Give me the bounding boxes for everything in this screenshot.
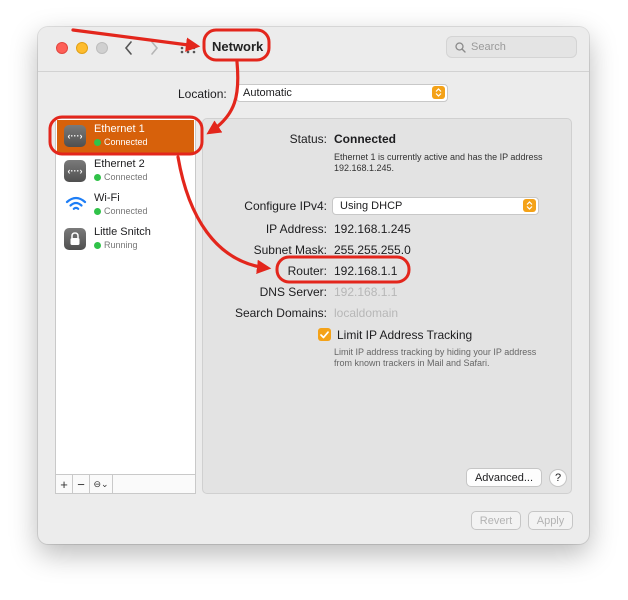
show-all-grid-icon[interactable] bbox=[179, 41, 197, 55]
revert-button[interactable]: Revert bbox=[471, 511, 521, 530]
service-name: Ethernet 2 bbox=[94, 158, 145, 170]
service-name: Wi-Fi bbox=[94, 192, 120, 204]
add-service-button[interactable]: + bbox=[56, 475, 73, 493]
service-name: Ethernet 1 bbox=[94, 123, 145, 135]
service-status: Running bbox=[94, 240, 138, 250]
service-item-wifi[interactable]: Wi-Fi Connected bbox=[57, 189, 194, 222]
router-label: Router: bbox=[287, 264, 327, 278]
forward-button[interactable] bbox=[144, 38, 164, 58]
limit-tracking-label: Limit IP Address Tracking bbox=[337, 328, 473, 342]
location-select[interactable]: Automatic bbox=[236, 84, 448, 102]
service-list-footer: + − ⊖⌄ bbox=[56, 474, 195, 493]
router-value: 192.168.1.1 bbox=[334, 264, 398, 278]
status-value: Connected bbox=[334, 132, 397, 146]
ip-address-label: IP Address: bbox=[265, 222, 327, 236]
wifi-icon bbox=[65, 195, 87, 215]
status-dot-icon bbox=[94, 139, 101, 146]
ip-address-value: 192.168.1.245 bbox=[334, 222, 411, 236]
status-dot-icon bbox=[94, 208, 101, 215]
status-dot-icon bbox=[94, 242, 101, 249]
search-domains-label: Search Domains: bbox=[234, 306, 327, 320]
service-item-ethernet-1[interactable]: ‹···› Ethernet 1 Connected bbox=[57, 120, 194, 153]
limit-tracking-checkbox[interactable] bbox=[318, 328, 331, 341]
configure-ipv4-select[interactable]: Using DHCP bbox=[332, 197, 539, 215]
service-name: Little Snitch bbox=[94, 226, 151, 238]
service-item-ethernet-2[interactable]: ‹···› Ethernet 2 Connected bbox=[57, 155, 194, 188]
subnet-mask-label: Subnet Mask: bbox=[253, 243, 327, 257]
remove-service-button[interactable]: − bbox=[73, 475, 90, 493]
status-label: Status: bbox=[289, 132, 327, 146]
search-domains-value: localdomain bbox=[334, 306, 399, 320]
location-label: Location: bbox=[178, 87, 227, 101]
chevron-right-icon bbox=[150, 41, 158, 55]
detail-panel: Status: Connected Ethernet 1 is currentl… bbox=[202, 118, 572, 494]
chevron-left-icon bbox=[124, 41, 132, 55]
help-button[interactable]: ? bbox=[549, 469, 567, 487]
lock-icon bbox=[64, 228, 86, 250]
action-menu-button[interactable]: ⊖⌄ bbox=[90, 475, 113, 493]
service-list: ‹···› Ethernet 1 Connected ‹···› Etherne… bbox=[55, 118, 196, 494]
apply-button[interactable]: Apply bbox=[528, 511, 573, 530]
status-description: Ethernet 1 is currently active and has t… bbox=[334, 152, 543, 173]
search-input[interactable] bbox=[471, 39, 571, 55]
location-value: Automatic bbox=[243, 87, 292, 99]
service-item-little-snitch[interactable]: Little Snitch Running bbox=[57, 223, 194, 256]
checkmark-icon bbox=[320, 330, 329, 338]
service-status: Connected bbox=[94, 206, 148, 216]
chevron-updown-icon bbox=[432, 86, 445, 99]
search-icon bbox=[455, 42, 466, 53]
network-preferences-window: Network Location: Automatic ‹···› Ethern… bbox=[38, 27, 589, 544]
zoom-button[interactable] bbox=[96, 42, 108, 54]
service-status: Connected bbox=[94, 172, 148, 182]
dns-server-label: DNS Server: bbox=[259, 285, 327, 299]
ethernet-icon: ‹···› bbox=[64, 160, 86, 182]
configure-ipv4-label: Configure IPv4: bbox=[244, 199, 327, 213]
window-title: Network bbox=[212, 39, 264, 54]
close-button[interactable] bbox=[56, 42, 68, 54]
chevron-updown-icon bbox=[523, 199, 536, 212]
back-button[interactable] bbox=[118, 38, 138, 58]
minimize-button[interactable] bbox=[76, 42, 88, 54]
titlebar: Network bbox=[38, 27, 589, 72]
subnet-mask-value: 255.255.255.0 bbox=[334, 243, 411, 257]
advanced-button[interactable]: Advanced... bbox=[466, 468, 542, 487]
service-status: Connected bbox=[94, 137, 148, 147]
configure-ipv4-value: Using DHCP bbox=[340, 200, 403, 212]
dns-server-value: 192.168.1.1 bbox=[334, 285, 398, 299]
status-dot-icon bbox=[94, 174, 101, 181]
ethernet-icon: ‹···› bbox=[64, 125, 86, 147]
search-field[interactable] bbox=[446, 36, 577, 58]
limit-tracking-description: Limit IP address tracking by hiding your… bbox=[334, 347, 537, 368]
